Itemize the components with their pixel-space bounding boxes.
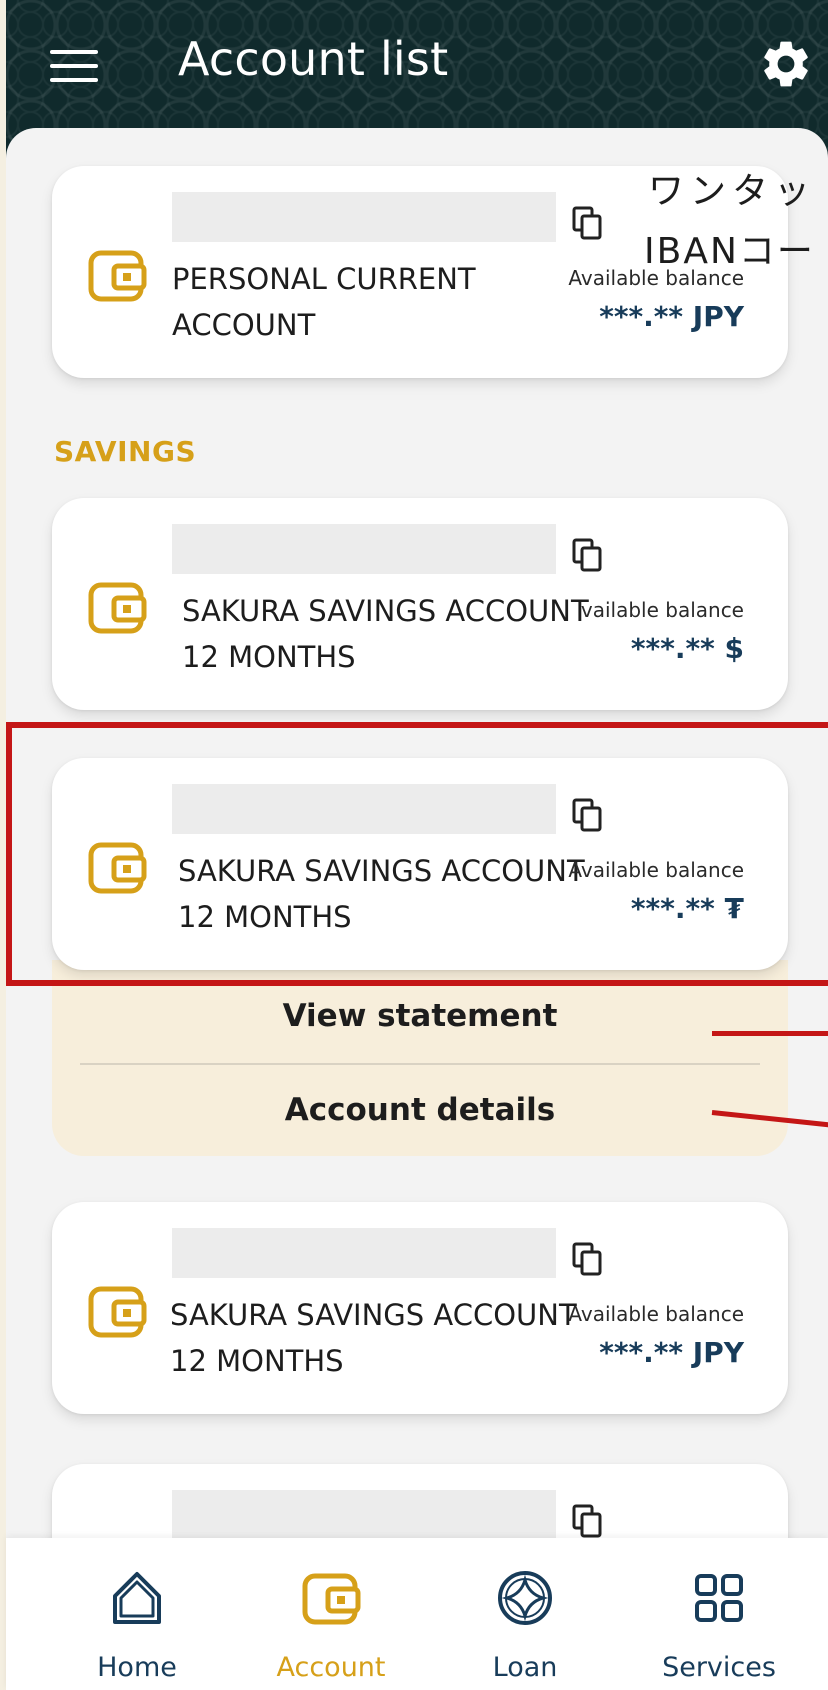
account-name: SAKURA SAVINGS ACCOUNT 12 MONTHS	[170, 1298, 577, 1378]
services-icon	[695, 1574, 743, 1622]
loan-icon	[498, 1571, 552, 1625]
nav-home[interactable]: Home	[40, 1568, 234, 1688]
copy-icon[interactable]	[572, 1242, 602, 1276]
account-name: SAKURA SAVINGS ACCOUNT 12 MONTHS	[182, 594, 589, 674]
wallet-icon	[88, 1286, 148, 1340]
redacted-account-number	[172, 524, 556, 574]
nav-account-label: Account	[276, 1652, 386, 1683]
nav-loan-label: Loan	[492, 1652, 558, 1683]
redacted-account-number	[172, 192, 556, 242]
nav-services[interactable]: Services	[622, 1568, 816, 1688]
nav-loan[interactable]: Loan	[428, 1568, 622, 1688]
nav-home-label: Home	[97, 1652, 177, 1683]
bottom-navigation: Home Account Loan Services	[6, 1538, 828, 1690]
copy-icon[interactable]	[572, 1504, 602, 1538]
account-icon	[302, 1573, 361, 1625]
balance-value: ***.** JPY	[599, 1336, 744, 1369]
divider	[80, 1063, 760, 1065]
redacted-account-number	[172, 1490, 556, 1540]
copy-icon[interactable]	[572, 206, 602, 240]
balance-value: ***.** JPY	[599, 300, 744, 333]
wallet-icon	[88, 582, 148, 636]
section-title-savings: SAVINGS	[54, 435, 197, 468]
view-statement-button[interactable]: View statement	[52, 998, 788, 1034]
annotation-highlight-box	[6, 722, 828, 986]
home-icon	[113, 1572, 161, 1624]
account-name: PERSONAL CURRENT ACCOUNT	[172, 262, 476, 342]
account-card-savings-3[interactable]: SAKURA SAVINGS ACCOUNT 12 MONTHS Availab…	[52, 1202, 788, 1414]
redacted-account-number	[172, 1228, 556, 1278]
available-balance-label: Available balance	[568, 1302, 744, 1326]
copy-icon[interactable]	[572, 538, 602, 572]
balance-value: ***.** $	[630, 632, 744, 665]
account-card-savings-1[interactable]: SAKURA SAVINGS ACCOUNT 12 MONTHS vailabl…	[52, 498, 788, 710]
page-title: Account list	[178, 32, 449, 86]
nav-services-label: Services	[662, 1652, 776, 1683]
overlay-text-line2: IBANコー	[644, 231, 815, 272]
account-details-button[interactable]: Account details	[52, 1092, 788, 1128]
available-balance-label: vailable balance	[580, 598, 744, 622]
menu-icon[interactable]	[46, 44, 102, 88]
overlay-text-line1: ワンタッ	[648, 171, 817, 212]
gear-icon[interactable]	[758, 36, 814, 92]
wallet-icon	[88, 250, 148, 304]
account-actions-panel: View statement Account details	[52, 960, 788, 1156]
nav-account[interactable]: Account	[234, 1568, 428, 1688]
annotation-line	[712, 1031, 828, 1036]
